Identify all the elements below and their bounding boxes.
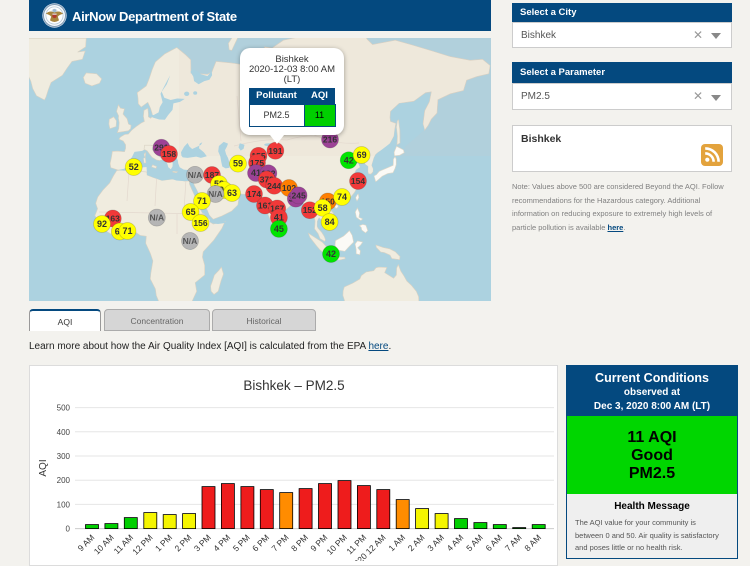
svg-text:245: 245 <box>292 190 306 200</box>
svg-text:244: 244 <box>267 181 281 191</box>
svg-text:12 PM: 12 PM <box>130 532 154 556</box>
svg-text:59: 59 <box>233 159 243 169</box>
svg-text:3 PM: 3 PM <box>192 532 213 553</box>
svg-text:42: 42 <box>326 249 336 259</box>
svg-text:2 PM: 2 PM <box>172 532 193 553</box>
svg-text:71: 71 <box>122 226 132 236</box>
svg-text:10 AM: 10 AM <box>92 532 116 556</box>
svg-text:191: 191 <box>268 146 282 156</box>
svg-text:1 PM: 1 PM <box>153 532 174 553</box>
svg-text:N/A: N/A <box>149 213 164 223</box>
svg-text:0: 0 <box>66 525 71 534</box>
svg-text:42: 42 <box>344 155 354 165</box>
svg-text:300: 300 <box>57 452 71 461</box>
svg-text:200: 200 <box>57 476 71 485</box>
svg-text:63: 63 <box>227 188 237 198</box>
svg-text:154: 154 <box>351 176 365 186</box>
svg-text:Bishkek – PM2.5: Bishkek – PM2.5 <box>243 378 344 393</box>
svg-text:AQI: AQI <box>38 459 49 476</box>
svg-text:2 AM: 2 AM <box>406 532 427 553</box>
svg-text:84: 84 <box>325 217 335 227</box>
svg-text:52: 52 <box>129 162 139 172</box>
svg-text:74: 74 <box>337 192 347 202</box>
svg-text:5 AM: 5 AM <box>464 532 485 553</box>
svg-text:1 AM: 1 AM <box>386 532 407 553</box>
svg-text:N/A: N/A <box>188 170 203 180</box>
svg-text:58: 58 <box>318 203 328 213</box>
svg-text:65: 65 <box>186 207 196 217</box>
svg-text:156: 156 <box>193 218 207 228</box>
svg-text:216: 216 <box>323 135 337 145</box>
svg-text:10 PM: 10 PM <box>324 532 348 556</box>
svg-text:3 AM: 3 AM <box>425 532 446 553</box>
svg-text:6 AM: 6 AM <box>483 532 504 553</box>
svg-text:6 PM: 6 PM <box>250 532 271 553</box>
svg-text:7 AM: 7 AM <box>503 532 524 553</box>
svg-text:7 PM: 7 PM <box>270 532 291 553</box>
svg-text:N/A: N/A <box>208 189 223 199</box>
svg-text:500: 500 <box>57 404 71 413</box>
svg-text:71: 71 <box>197 196 207 206</box>
svg-text:5 PM: 5 PM <box>231 532 252 553</box>
svg-text:4 PM: 4 PM <box>211 532 232 553</box>
svg-text:45: 45 <box>274 224 284 234</box>
svg-text:69: 69 <box>357 150 367 160</box>
svg-text:N/A: N/A <box>183 236 198 246</box>
svg-text:400: 400 <box>57 428 71 437</box>
svg-text:92: 92 <box>97 219 107 229</box>
svg-text:8 PM: 8 PM <box>289 532 310 553</box>
svg-text:4 AM: 4 AM <box>445 532 466 553</box>
svg-text:158: 158 <box>162 149 176 159</box>
svg-text:8 AM: 8 AM <box>522 532 543 553</box>
svg-text:174: 174 <box>247 189 261 199</box>
svg-text:100: 100 <box>57 500 71 509</box>
